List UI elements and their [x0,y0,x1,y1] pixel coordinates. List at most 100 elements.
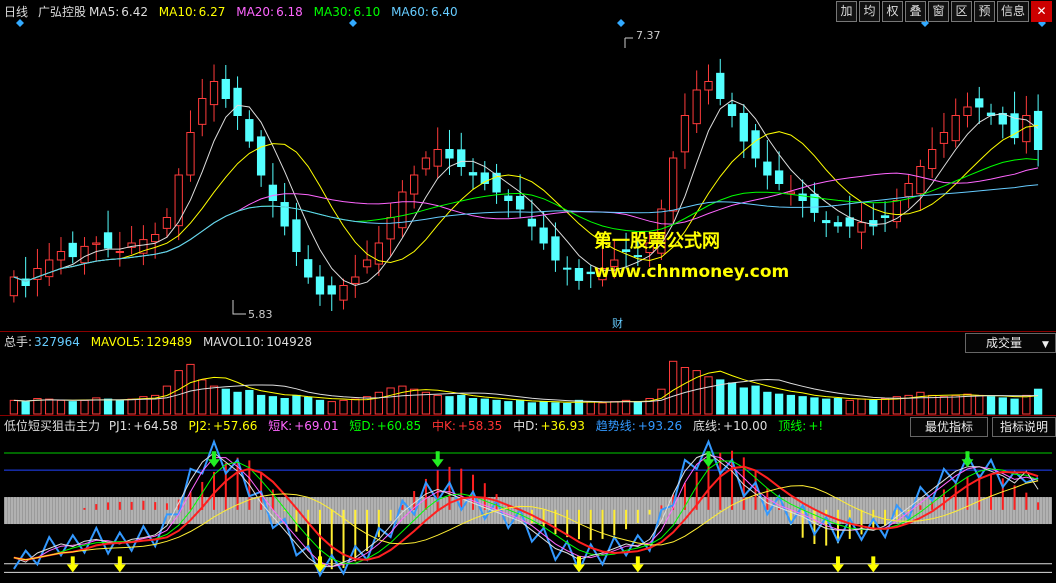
volume-bar [527,402,537,415]
toolbar-window-button[interactable]: 窗 [928,1,949,22]
top-line-value: +! [808,419,824,433]
candle-body [763,161,772,176]
volume-bar [56,399,66,415]
financial-marker[interactable]: 财 [612,317,623,331]
watermark-title: 第一股票公式网 [594,231,720,252]
toolbar-adjust-button[interactable]: 权 [882,1,903,22]
candle-body [304,259,313,278]
volume-bar [680,367,690,415]
candle-body [669,157,678,212]
ma-legend: MA5: 6.42 MA10: 6.27 MA20: 6.18 MA30: 6.10 M… [89,5,465,19]
toolbar-add-button[interactable]: 加 [836,1,857,22]
close-icon[interactable]: ✕ [1031,1,1052,22]
volume-bar [869,399,878,415]
candle-body [904,183,913,197]
indicator-pane [4,438,1052,578]
volume-bar [186,363,195,415]
candle-body [680,115,690,153]
volume-bar [998,397,1007,415]
ma5-value: 6.42 [121,5,148,19]
candle-body [704,81,713,91]
volume-bar [845,399,854,415]
volume-bar [256,394,266,415]
volume-bar [551,402,560,415]
toolbar-alert-button[interactable]: 预 [974,1,995,22]
indicator-help-button[interactable]: 指标说明 [992,417,1056,437]
volume-bar [822,398,831,415]
volume-bar [833,398,843,415]
volume-bar [751,385,760,415]
short-d-name: 短D: [349,419,375,433]
candle-body [939,132,949,144]
volume-bar [433,394,442,415]
stock-name: 广弘控股 [38,5,87,19]
volume-bar [68,401,77,415]
trend-value: +93.26 [637,419,683,433]
candle-body [292,219,301,253]
toolbar-range-button[interactable]: 区 [951,1,972,22]
candle-body [916,166,925,195]
volume-bar [386,387,395,415]
candle-body [515,195,525,210]
event-diamond-icon [16,19,24,27]
volume-bar [633,401,642,415]
ma60-name: MA60: [391,5,429,19]
buy-arrow-icon [66,556,79,573]
low-price-label: 5.83 [248,308,273,321]
candle-body [362,259,372,268]
volume-bar [539,401,548,415]
ma20-name: MA20: [236,5,275,19]
mavol5-name: MAVOL5: [90,335,145,349]
candle-body [151,234,160,243]
ma30-name: MA30: [313,5,352,19]
volume-bar [610,401,619,415]
candle-body [256,136,266,176]
indicator-title: 低位短买狙击主力 [4,419,101,433]
candle-body [351,276,360,284]
volume-bar [374,391,383,415]
volume-bar [209,385,219,415]
candle-body [833,222,843,227]
candle-body [315,276,325,295]
volume-bar [939,396,949,415]
volume-bar [739,387,748,415]
volume-bar [563,402,572,415]
mid-d-value: +36.93 [540,419,585,433]
candle-body [92,242,101,245]
ma20-value: 6.18 [276,5,303,19]
toolbar-info-button[interactable]: 信息 [997,1,1029,22]
candle-body [845,217,854,227]
pj2-name: PJ2: [188,419,211,433]
volume-indicator-label: 成交量 [985,336,1022,350]
volume-bar [786,394,796,415]
candle-body [539,227,548,244]
candle-body [80,245,89,264]
volume-bar [880,398,890,415]
volume-bar [986,396,996,415]
candle-body [774,170,784,184]
volume-bar [798,396,807,415]
candle-body [963,106,972,116]
candle-body [857,222,866,233]
volume-bar [504,401,513,415]
vol-total-name: 总手: [4,335,33,349]
volume-bar [80,399,89,415]
volume-bar [857,398,866,415]
toolbar-avg-button[interactable]: 均 [859,1,880,22]
toolbar-overlay-button[interactable]: 叠 [905,1,926,22]
ma30-value: 6.10 [353,5,381,19]
mavol10-value: 104928 [266,335,312,349]
volume-indicator-select[interactable]: 成交量 ▼ [965,333,1056,353]
volume-bar [1010,398,1019,415]
mid-k-name: 中K: [431,419,456,433]
candle-body [162,217,172,229]
best-indicator-button[interactable]: 最优指标 [910,417,988,437]
volume-bar [9,399,19,415]
candle-body [386,217,395,240]
mavol5-value: 129489 [146,335,193,349]
ma-line [13,184,1039,282]
volume-bar [327,401,336,415]
volume-bar [162,385,172,415]
chevron-down-icon: ▼ [1042,340,1049,350]
period-label[interactable]: 日线 [4,5,28,19]
